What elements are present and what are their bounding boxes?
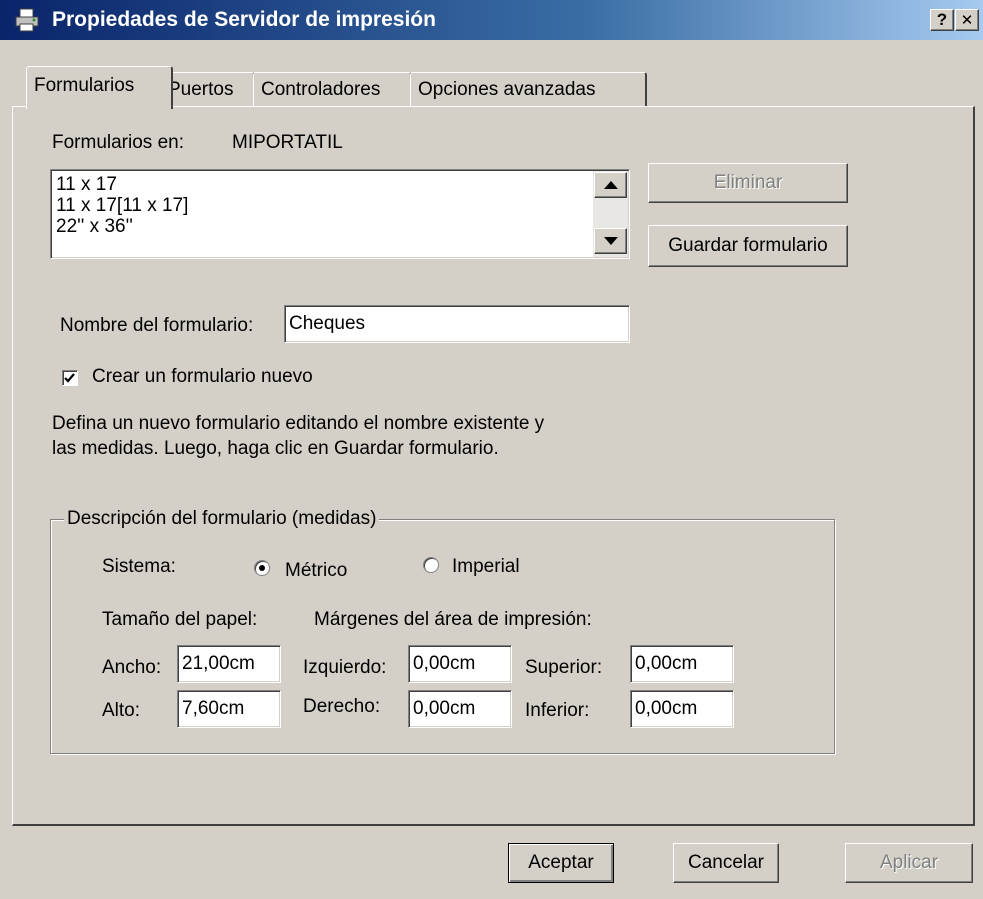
tab-puertos[interactable]: Puertos: [160, 72, 255, 107]
list-item[interactable]: 22'' x 36'': [56, 216, 133, 237]
listbox-scrollbar[interactable]: [593, 171, 628, 257]
arrow-down-icon: [603, 237, 618, 245]
width-label: Ancho:: [102, 657, 162, 678]
right-margin-label: Derecho:: [303, 696, 381, 717]
paper-size-label: Tamaño del papel:: [102, 609, 258, 630]
group-title: Descripción del formulario (medidas): [64, 508, 380, 530]
imperial-radio[interactable]: [423, 557, 439, 573]
width-input[interactable]: 21,00cm: [177, 645, 281, 683]
ok-button[interactable]: Aceptar: [508, 843, 614, 883]
tab-controladores[interactable]: Controladores: [253, 72, 412, 107]
left-margin-input[interactable]: 0,00cm: [408, 645, 512, 683]
scroll-up-button[interactable]: [594, 172, 627, 198]
printer-icon: [15, 8, 39, 32]
form-name-label: Nombre del formulario:: [60, 315, 254, 336]
height-input[interactable]: 7,60cm: [177, 690, 281, 728]
system-label: Sistema:: [102, 556, 176, 577]
forms-listbox[interactable]: 11 x 17 11 x 17[11 x 17] 22'' x 36'': [50, 169, 630, 259]
create-new-label[interactable]: Crear un formulario nuevo: [92, 366, 313, 388]
close-icon: ✕: [960, 12, 974, 29]
top-margin-input[interactable]: 0,00cm: [630, 645, 734, 683]
server-name: MIPORTATIL: [232, 132, 343, 153]
left-margin-label: Izquierdo:: [303, 657, 387, 678]
delete-button[interactable]: Eliminar: [648, 163, 848, 203]
tab-formularios[interactable]: Formularios: [26, 66, 173, 109]
bottom-margin-label: Inferior:: [525, 700, 590, 721]
save-form-button[interactable]: Guardar formulario: [648, 225, 848, 267]
top-margin-label: Superior:: [525, 657, 603, 678]
margins-label: Márgenes del área de impresión:: [314, 609, 592, 630]
tab-opciones-avanzadas[interactable]: Opciones avanzadas: [410, 72, 647, 107]
bottom-margin-input[interactable]: 0,00cm: [630, 690, 734, 728]
height-label: Alto:: [102, 700, 141, 721]
imperial-label[interactable]: Imperial: [452, 556, 520, 578]
list-item[interactable]: 11 x 17[11 x 17]: [56, 195, 188, 216]
cancel-button[interactable]: Cancelar: [673, 843, 779, 883]
help-button[interactable]: ?: [930, 9, 954, 31]
scroll-down-button[interactable]: [594, 228, 627, 254]
right-margin-input[interactable]: 0,00cm: [408, 690, 512, 728]
apply-button[interactable]: Aplicar: [845, 843, 973, 883]
metric-label[interactable]: Métrico: [285, 560, 347, 582]
help-text-line2: las medidas. Luego, haga clic en Guardar…: [52, 438, 499, 459]
list-item[interactable]: 11 x 17: [56, 174, 117, 195]
arrow-up-icon: [603, 181, 618, 189]
help-text-line1: Defina un nuevo formulario editando el n…: [52, 413, 545, 434]
close-button[interactable]: ✕: [955, 9, 979, 31]
form-name-input[interactable]: Cheques: [284, 305, 630, 343]
title-bar[interactable]: Propiedades de Servidor de impresión ? ✕: [0, 0, 983, 40]
metric-radio[interactable]: [254, 560, 270, 576]
checkmark-icon: [64, 373, 75, 383]
forms-on-label: Formularios en:: [52, 132, 184, 153]
window-title: Propiedades de Servidor de impresión: [52, 8, 436, 31]
radio-selected-dot: [259, 565, 265, 571]
create-new-checkbox[interactable]: [62, 370, 78, 386]
